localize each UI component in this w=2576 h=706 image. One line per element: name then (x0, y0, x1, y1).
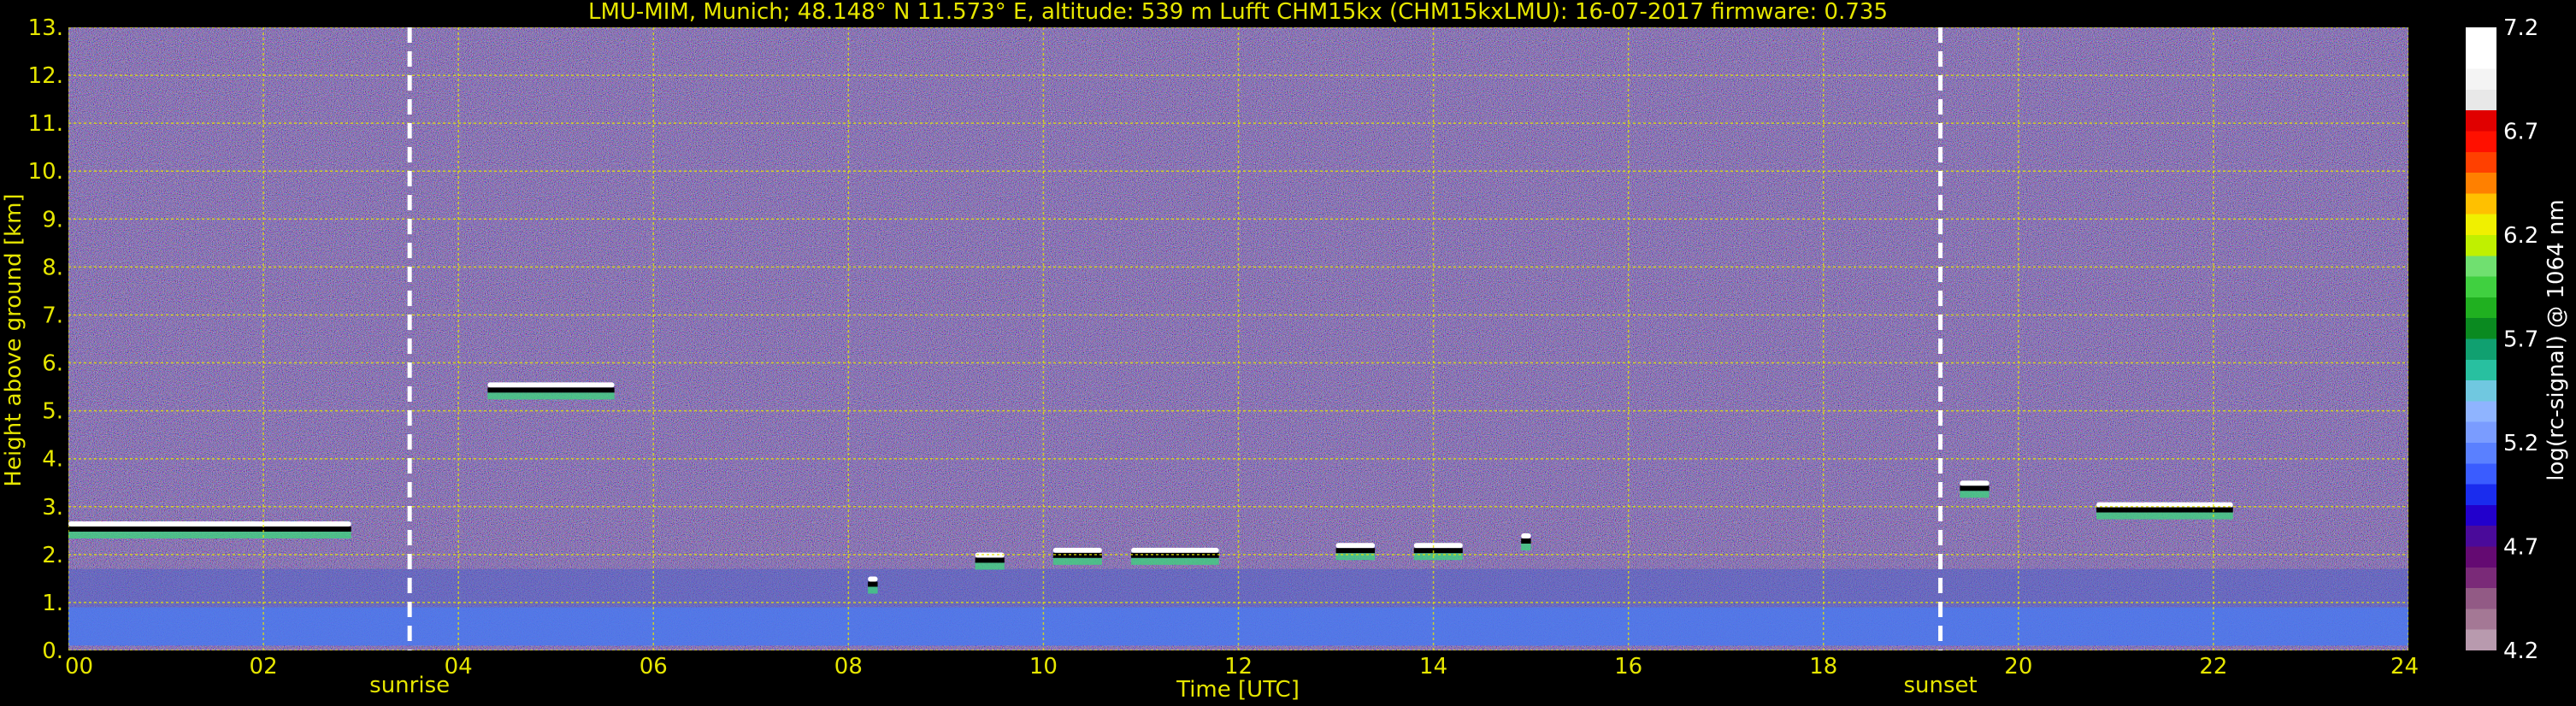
cloud-core-4 (1052, 552, 1102, 558)
y-tick-1: 1. (42, 591, 63, 616)
y-tick-8: 8. (42, 255, 63, 280)
cloud-base-3 (975, 562, 1005, 570)
cloud-top-5 (1131, 547, 1219, 553)
y-tick-3: 3. (42, 495, 63, 521)
cloud-base-4 (1052, 557, 1102, 565)
x-tick-24: 24 (2390, 654, 2419, 680)
y-tick-9: 9. (42, 207, 63, 232)
cloud-core-5 (1131, 552, 1219, 558)
cloud-top-8 (1521, 533, 1531, 539)
y-tick-10: 10. (28, 159, 63, 185)
cloud-base-8 (1521, 544, 1531, 551)
cb-tick-1: 4.7 (2503, 535, 2538, 561)
ceilometer-chart: LMU-MIM, Munich; 48.148° N 11.573° E, al… (1, 0, 2569, 703)
cloud-top-0 (68, 521, 351, 527)
cloud-base-10 (2096, 512, 2233, 520)
x-tick-22: 22 (2199, 654, 2227, 680)
colorbar: 4.2 4.7 5.2 5.7 6.2 6.7 7.2 log(rc-signal) @ 1… (2466, 15, 2569, 664)
cloud-top-9 (1960, 480, 1989, 486)
cloud-top-4 (1052, 547, 1102, 553)
cloud-core-10 (2096, 507, 2233, 513)
y-tick-12: 12. (28, 63, 63, 89)
cloud-core-1 (487, 387, 615, 393)
y-tick-11: 11. (28, 111, 63, 137)
cloud-core-9 (1960, 485, 1989, 491)
y-tick-7: 7. (42, 303, 63, 328)
x-axis-label: Time [UTC] (1176, 677, 1300, 703)
x-tick-08: 08 (834, 654, 863, 680)
cloud-core-6 (1335, 548, 1376, 554)
cb-tick-4: 6.2 (2503, 223, 2538, 249)
sunrise-label: sunrise (369, 673, 450, 698)
cloud-top-3 (975, 552, 1005, 558)
colorbar-scale (2466, 27, 2496, 650)
cloud-core-0 (68, 527, 351, 532)
cloud-base-1 (487, 392, 615, 400)
cb-tick-2: 5.2 (2503, 431, 2538, 456)
cloud-base-2 (868, 586, 878, 594)
cb-tick-5: 6.7 (2503, 120, 2538, 145)
x-tick-14: 14 (1419, 654, 1447, 680)
x-tick-10: 10 (1029, 654, 1058, 680)
y-tick-5: 5. (42, 399, 63, 425)
cloud-core-3 (975, 557, 1005, 563)
cloud-core-8 (1521, 538, 1531, 544)
x-tick-02: 02 (250, 654, 278, 680)
cloud-top-2 (868, 576, 878, 582)
chart-title: LMU-MIM, Munich; 48.148° N 11.573° E, al… (588, 0, 1888, 25)
cloud-core-2 (868, 581, 878, 587)
y-tick-6: 6. (42, 351, 63, 377)
x-tick-06: 06 (640, 654, 668, 680)
y-tick-0: 0. (42, 638, 63, 664)
cloud-top-7 (1413, 543, 1463, 549)
sunset-label: sunset (1903, 673, 1977, 698)
marker-labels: sunrise sunset (369, 673, 1978, 698)
y-tick-labels: 0. 1. 2. 3. 4. 5. 6. 7. 8. 9. 10. 11. 12. 13. (28, 15, 63, 664)
y-tick-2: 2. (42, 543, 63, 568)
y-axis-label: Height above ground [km] (1, 193, 27, 486)
x-tick-16: 16 (1614, 654, 1642, 680)
colorbar-tick-labels: 4.2 4.7 5.2 5.7 6.2 6.7 7.2 (2503, 15, 2538, 664)
cloud-top-6 (1335, 543, 1376, 549)
cb-tick-3: 5.7 (2503, 327, 2538, 353)
cloud-core-7 (1413, 548, 1463, 554)
colorbar-label: log(rc-signal) @ 1064 nm (2544, 199, 2569, 480)
cloud-base-5 (1131, 557, 1219, 565)
cloud-base-0 (68, 532, 351, 539)
plot-area (68, 27, 2408, 650)
x-tick-12: 12 (1224, 654, 1253, 680)
y-tick-13: 13. (28, 15, 63, 41)
x-tick-00: 00 (65, 654, 93, 680)
x-tick-18: 18 (1809, 654, 1837, 680)
cloud-base-9 (1960, 491, 1989, 498)
cloud-top-1 (487, 382, 615, 388)
cb-tick-0: 4.2 (2503, 638, 2538, 664)
cb-tick-6: 7.2 (2503, 15, 2538, 41)
x-tick-20: 20 (2004, 654, 2032, 680)
y-tick-4: 4. (42, 447, 63, 473)
